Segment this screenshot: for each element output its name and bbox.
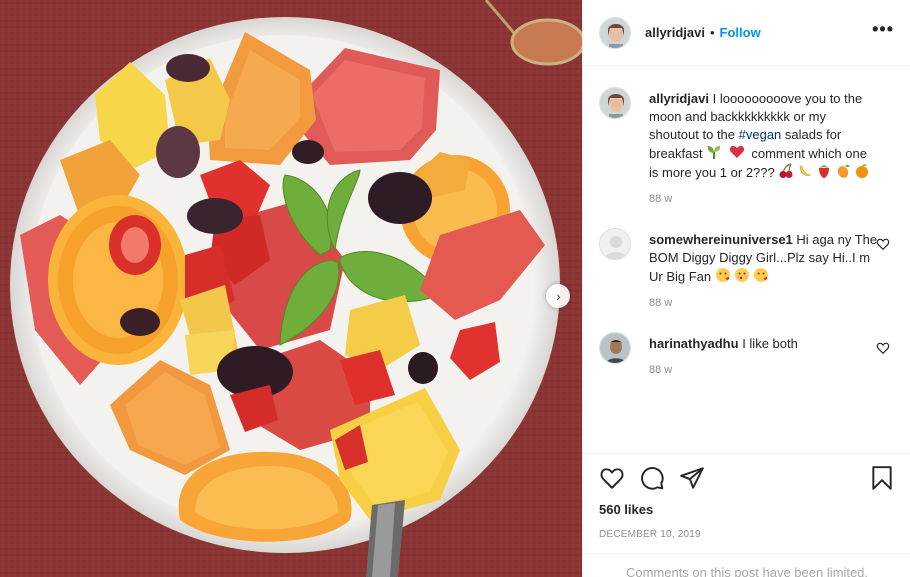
post-actions: 560 likes DECEMBER 10, 2019 bbox=[583, 453, 910, 540]
next-image-button[interactable]: › bbox=[546, 284, 570, 308]
comments-section: allyridjavi I looooooooove you to the mo… bbox=[583, 66, 910, 454]
caption: allyridjavi I looooooooove you to the mo… bbox=[599, 87, 894, 205]
avatar[interactable] bbox=[599, 332, 631, 364]
like-comment-heart-icon[interactable] bbox=[876, 237, 890, 251]
comment: somewhereinuniverse1 Hi aga ny The BOM D… bbox=[599, 228, 894, 309]
comment-timestamp[interactable]: 88 w bbox=[649, 364, 879, 376]
likes-count[interactable]: 560 likes bbox=[599, 502, 895, 517]
tangerine-emoji-icon bbox=[856, 164, 869, 178]
avatar[interactable] bbox=[599, 228, 631, 260]
action-icons bbox=[599, 454, 895, 502]
comment: harinathyadhu I like both 88 w bbox=[599, 332, 894, 376]
comment-text: allyridjavi I looooooooove you to the mo… bbox=[649, 90, 879, 182]
kissing-face-emoji-icon bbox=[715, 268, 730, 282]
comment-timestamp[interactable]: 88 w bbox=[649, 193, 879, 205]
like-heart-icon[interactable] bbox=[599, 465, 625, 491]
post-author-username[interactable]: allyridjavi bbox=[645, 25, 705, 40]
comment-body: somewhereinuniverse1 Hi aga ny The BOM D… bbox=[649, 231, 879, 309]
mango-emoji-icon bbox=[838, 164, 851, 178]
post-date[interactable]: DECEMBER 10, 2019 bbox=[599, 529, 895, 540]
comment-username[interactable]: allyridjavi bbox=[649, 91, 709, 106]
cherries-emoji-icon bbox=[779, 163, 793, 178]
kissing-face-emoji-icon bbox=[734, 268, 749, 282]
avatar[interactable] bbox=[599, 16, 631, 49]
follow-button[interactable]: Follow bbox=[720, 25, 761, 40]
chevron-right-icon: › bbox=[556, 288, 561, 304]
seedling-emoji-icon bbox=[707, 146, 721, 159]
comment-timestamp[interactable]: 88 w bbox=[649, 297, 879, 309]
banana-emoji-icon bbox=[800, 165, 812, 176]
comment-text: somewhereinuniverse1 Hi aga ny The BOM D… bbox=[649, 231, 879, 286]
post-photo[interactable]: › bbox=[0, 0, 582, 577]
comments-limited-notice: Comments on this post have been limited. bbox=[583, 553, 910, 577]
separator-dot: • bbox=[709, 25, 715, 40]
comment-bubble-icon[interactable] bbox=[639, 465, 665, 491]
kissing-face-emoji-icon bbox=[753, 268, 768, 282]
fruit-bowl-image bbox=[0, 0, 582, 577]
like-comment-heart-icon[interactable] bbox=[876, 341, 890, 355]
comment-username[interactable]: harinathyadhu bbox=[649, 336, 739, 351]
strawberry-emoji-icon bbox=[819, 165, 830, 178]
avatar[interactable] bbox=[599, 87, 631, 119]
comment-text: harinathyadhu I like both bbox=[649, 335, 879, 353]
hashtag-link[interactable]: #vegan bbox=[739, 127, 782, 142]
more-options-icon[interactable]: ••• bbox=[872, 19, 894, 46]
save-bookmark-icon[interactable] bbox=[869, 465, 895, 491]
red-heart-emoji-icon bbox=[729, 146, 744, 158]
comment-message: I like both bbox=[738, 336, 798, 351]
post-panel: allyridjavi • Follow ••• allyridjavi I l… bbox=[582, 0, 910, 577]
comment-body: allyridjavi I looooooooove you to the mo… bbox=[649, 90, 879, 205]
comment-username[interactable]: somewhereinuniverse1 bbox=[649, 232, 793, 247]
share-paper-plane-icon[interactable] bbox=[679, 465, 705, 491]
comment-body: harinathyadhu I like both 88 w bbox=[649, 335, 879, 376]
post-header: allyridjavi • Follow ••• bbox=[583, 0, 910, 66]
